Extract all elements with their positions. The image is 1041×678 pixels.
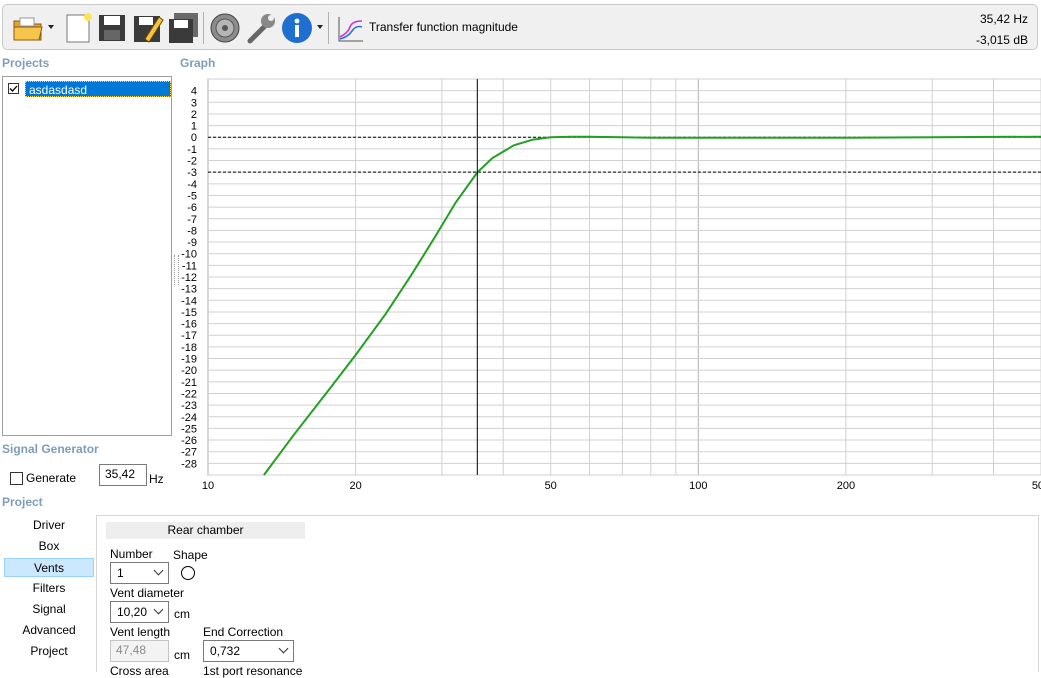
project-name[interactable]: asdasdasd <box>25 81 171 97</box>
graph-section-label: Graph <box>180 56 216 70</box>
vent-length-label: Vent length <box>110 625 171 639</box>
project-nav: Driver Box Vents Filters Signal Advanced Proje… <box>4 516 94 661</box>
project-checkbox[interactable] <box>8 83 19 94</box>
save-all-icon[interactable] <box>166 11 200 45</box>
y-tick-label: -23 <box>181 400 197 412</box>
y-tick-label: -15 <box>181 307 197 319</box>
nav-item-box[interactable]: Box <box>4 537 94 556</box>
projects-section-label: Projects <box>2 56 50 70</box>
y-tick-label: -4 <box>187 179 197 191</box>
info-icon[interactable] <box>280 11 314 45</box>
port-resonance-label: 1st port resonance <box>203 664 303 678</box>
nav-item-vents[interactable]: Vents <box>4 558 94 577</box>
y-tick-label: 1 <box>191 121 197 133</box>
y-tick-label: -9 <box>187 237 197 249</box>
y-tick-label: -20 <box>181 365 197 377</box>
y-tick-label: -17 <box>181 330 197 342</box>
projects-list[interactable]: asdasdasd <box>2 76 172 436</box>
db-readout: -3,015 dB <box>975 33 1028 47</box>
y-tick-label: -11 <box>182 260 197 272</box>
vent-diameter-label: Vent diameter <box>110 586 185 600</box>
nav-item-driver[interactable]: Driver <box>4 516 94 535</box>
nav-item-project[interactable]: Project <box>4 642 94 661</box>
y-tick-label: -3 <box>187 167 197 179</box>
rear-chamber-group-title: Rear chamber <box>106 522 305 539</box>
y-tick-label: 3 <box>191 97 197 109</box>
transfer-function-graph-icon[interactable] <box>335 11 365 45</box>
vent-length-unit: cm <box>174 648 190 662</box>
y-tick-label: -13 <box>181 284 197 296</box>
new-document-icon[interactable] <box>61 11 95 45</box>
toolbar: Transfer function magnitude 35,42 Hz -3,… <box>2 4 1038 50</box>
save-icon[interactable] <box>95 11 129 45</box>
generator-frequency-input[interactable]: 35,42 <box>99 464 147 486</box>
vent-length-field: 47,48 <box>110 640 169 662</box>
open-dropdown-caret-icon[interactable] <box>48 25 54 29</box>
number-select[interactable]: 1 <box>110 562 169 584</box>
y-tick-label: -10 <box>181 249 197 261</box>
y-tick-label: -22 <box>181 388 197 400</box>
y-tick-label: -16 <box>181 319 197 331</box>
y-tick-label: -18 <box>181 342 197 354</box>
project-section-label: Project <box>2 495 43 509</box>
nav-item-filters[interactable]: Filters <box>4 579 94 598</box>
generate-label: Generate <box>26 471 77 485</box>
chevron-down-icon <box>153 565 164 576</box>
y-tick-label: -5 <box>187 190 197 202</box>
chevron-down-icon <box>153 604 164 615</box>
generator-frequency-unit: Hz <box>149 472 164 486</box>
y-tick-label: -24 <box>181 412 197 424</box>
y-tick-label: -8 <box>187 225 197 237</box>
nav-item-signal[interactable]: Signal <box>4 600 94 619</box>
y-tick-label: -25 <box>181 423 197 435</box>
toolbar-separator <box>203 12 204 44</box>
generate-checkbox[interactable] <box>10 472 23 485</box>
project-list-item[interactable]: asdasdasd <box>7 81 171 97</box>
y-tick-label: 2 <box>191 109 197 121</box>
vent-diameter-value: 10,20 <box>117 605 148 619</box>
x-tick-label: 200 <box>837 480 855 492</box>
chevron-down-icon <box>278 643 289 654</box>
shape-label: Shape <box>173 548 208 562</box>
end-correction-value: 0,732 <box>210 644 241 658</box>
x-tick-label: 50 <box>545 480 557 492</box>
transfer-function-chart[interactable]: 43210-1-2-3-4-5-6-7-8-9-10-11-12-13-14-1… <box>176 70 1041 495</box>
toolbar-separator <box>328 12 329 44</box>
y-tick-label: -6 <box>187 202 197 214</box>
y-tick-label: 4 <box>191 86 197 98</box>
y-tick-label: -27 <box>181 447 197 459</box>
signal-generator-section-label: Signal Generator <box>2 442 99 456</box>
end-correction-label: End Correction <box>203 625 284 639</box>
graph-title: Transfer function magnitude <box>369 20 518 34</box>
y-tick-label: -1 <box>187 144 197 156</box>
y-tick-label: -19 <box>181 354 197 366</box>
y-tick-label: -26 <box>181 435 197 447</box>
y-tick-label: -21 <box>181 377 197 389</box>
y-tick-label: -2 <box>187 156 197 168</box>
x-tick-label: 20 <box>349 480 361 492</box>
cross-area-label: Cross area <box>110 664 169 678</box>
frequency-readout: 35,42 Hz <box>979 12 1028 26</box>
number-select-value: 1 <box>117 566 124 580</box>
vents-panel: Rear chamber Number Shape 1 Vent diamete… <box>96 515 1039 678</box>
vent-diameter-unit: cm <box>174 607 190 621</box>
info-dropdown-caret-icon[interactable] <box>317 25 323 29</box>
y-tick-label: -28 <box>181 458 197 470</box>
x-tick-label: 100 <box>689 480 707 492</box>
vent-diameter-select[interactable]: 10,20 <box>110 601 169 623</box>
number-label: Number <box>110 547 153 561</box>
y-tick-label: -7 <box>187 214 197 226</box>
nav-item-advanced[interactable]: Advanced <box>4 621 94 640</box>
save-as-icon[interactable] <box>131 11 165 45</box>
end-correction-select[interactable]: 0,732 <box>203 640 294 662</box>
y-tick-label: -12 <box>181 272 197 284</box>
round-shape-icon[interactable] <box>181 566 195 580</box>
x-tick-label: 10 <box>202 480 214 492</box>
speaker-icon[interactable] <box>208 11 242 45</box>
y-tick-label: 0 <box>191 132 197 144</box>
open-folder-icon[interactable] <box>11 11 45 45</box>
wrench-icon[interactable] <box>244 11 278 45</box>
x-tick-label: 500 <box>1032 480 1041 492</box>
y-tick-label: -14 <box>181 295 197 307</box>
